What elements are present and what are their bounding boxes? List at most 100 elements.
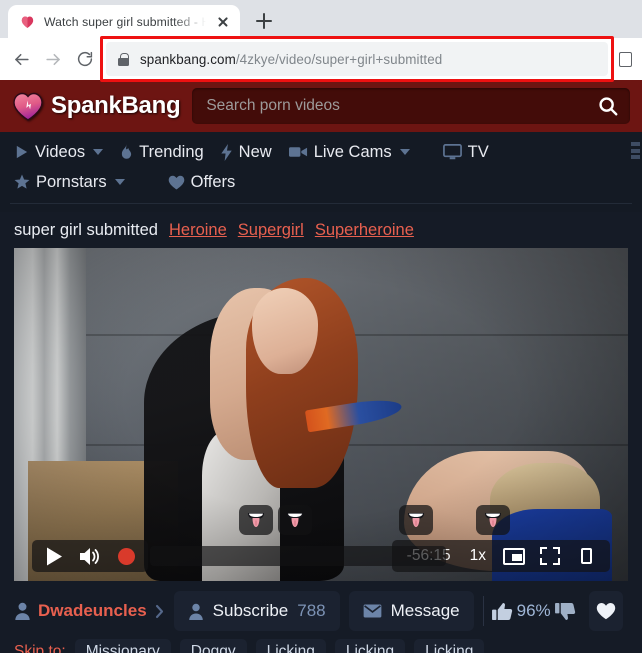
volume-icon[interactable] (72, 540, 108, 572)
video-marker-chip[interactable] (476, 505, 510, 535)
sidebar-item-pornstars[interactable]: Pornstars (10, 173, 138, 192)
uploader-name: Dwadeuncles (38, 601, 147, 620)
chevron-down-icon[interactable] (399, 149, 410, 155)
video-frame (14, 248, 628, 581)
skip-chip-licking-1[interactable]: Licking (255, 639, 326, 653)
sidebar-item-live-cams[interactable]: Live Cams (285, 143, 423, 162)
thumbs-up-icon[interactable] (491, 602, 513, 621)
lock-icon (118, 52, 129, 66)
chevron-down-icon[interactable] (93, 149, 104, 155)
tab-title: Watch super girl submitted - Her (44, 14, 206, 29)
site-header: SpankBang Search porn videos (0, 80, 642, 132)
nav-label-videos: Videos (35, 142, 86, 161)
address-bar[interactable]: spankbang.com/4zkye/video/super+girl+sub… (106, 42, 608, 76)
skip-chip-licking-3[interactable]: Licking (414, 639, 485, 653)
user-icon (188, 603, 204, 620)
site-nav: Videos Trending New Live Cams TV Pornsta… (0, 132, 642, 212)
nav-label-pornstars: Pornstars (36, 172, 107, 191)
skip-to-label: Skip to: (14, 643, 66, 653)
star-icon (14, 174, 30, 190)
skip-chip-missionary[interactable]: Missionary (74, 639, 171, 653)
page-title: super girl submitted (14, 221, 158, 239)
tongue-emoji-icon (284, 511, 306, 529)
video-marker-chips-left (239, 505, 312, 535)
browser-toolbar: spankbang.com/4zkye/video/super+girl+sub… (0, 36, 642, 82)
rating-group: 96% (482, 596, 576, 626)
record-dot-icon[interactable] (108, 540, 144, 572)
chevron-right-icon[interactable] (154, 604, 165, 619)
skip-chip-doggy[interactable]: Doggy (179, 639, 247, 653)
video-title-row: super girl submitted Heroine Supergirl S… (0, 212, 642, 248)
favorite-button[interactable] (588, 591, 623, 631)
uploader-link[interactable]: Dwadeuncles (14, 601, 165, 621)
search-placeholder: Search porn videos (206, 97, 340, 114)
new-tab-button[interactable] (250, 7, 278, 35)
search-icon[interactable] (596, 94, 620, 118)
video-marker-chip[interactable] (399, 505, 433, 535)
subscribe-button[interactable]: Subscribe 788 (173, 591, 340, 631)
tongue-emoji-icon (482, 511, 504, 529)
nav-label-tv: TV (467, 142, 489, 161)
video-action-bar: Dwadeuncles Subscribe 788 Message 96% (0, 581, 642, 631)
url-domain: spankbang.com (140, 51, 236, 67)
heart-icon (596, 602, 616, 620)
video-marker-chip[interactable] (239, 505, 273, 535)
browser-chrome: Watch super girl submitted - Her spankba… (0, 0, 642, 82)
tag-heroine[interactable]: Heroine (169, 221, 227, 240)
close-icon[interactable] (214, 13, 232, 31)
tag-superheroine[interactable]: Superheroine (315, 221, 414, 240)
reload-icon[interactable] (70, 44, 100, 74)
nav-divider (10, 203, 632, 204)
nav-row-primary: Videos Trending New Live Cams TV (10, 137, 640, 167)
fullscreen-icon[interactable] (532, 540, 568, 572)
play-icon[interactable] (36, 540, 72, 572)
sidebar-item-trending[interactable]: Trending (116, 143, 217, 162)
playback-speed-button[interactable]: 1x (460, 547, 496, 565)
message-label: Message (390, 601, 460, 620)
sidebar-item-videos[interactable]: Videos (10, 143, 116, 162)
video-marker-chips-right (399, 505, 510, 535)
subscribe-label: Subscribe (212, 601, 289, 620)
sidebar-item-offers[interactable]: Offers (164, 173, 249, 192)
tongue-emoji-icon (405, 511, 427, 529)
video-camera-icon (288, 145, 308, 159)
flame-icon (120, 143, 133, 161)
url-path: /4zkye/video/super+girl+submitted (235, 51, 443, 67)
picture-in-picture-icon[interactable] (496, 540, 532, 572)
play-icon (14, 144, 29, 160)
player-controls: -56:15 1x (28, 540, 614, 572)
rotate-screen-icon[interactable] (568, 540, 604, 572)
browser-tab[interactable]: Watch super girl submitted - Her (8, 5, 240, 38)
video-player[interactable]: -56:15 1x (14, 248, 628, 581)
tongue-emoji-icon (245, 511, 267, 529)
nav-label-new: New (238, 142, 272, 161)
sidebar-item-new[interactable]: New (217, 143, 285, 162)
like-percent: 96% (516, 601, 551, 620)
lightning-icon (221, 143, 233, 161)
forward-arrow-icon (38, 44, 68, 74)
thumbs-down-icon[interactable] (554, 602, 576, 621)
search-input[interactable]: Search porn videos (192, 88, 630, 124)
back-arrow-icon[interactable] (6, 44, 36, 74)
tag-supergirl[interactable]: Supergirl (238, 221, 304, 240)
nav-label-live-cams: Live Cams (313, 142, 392, 161)
sidebar-item-tv[interactable]: TV (439, 143, 502, 162)
skip-to-row: Skip to: Missionary Doggy Licking Lickin… (0, 631, 642, 653)
subscribe-count: 788 (297, 601, 326, 620)
url-text: spankbang.com/4zkye/video/super+girl+sub… (140, 52, 442, 67)
address-bar-container: spankbang.com/4zkye/video/super+girl+sub… (100, 36, 614, 82)
heart-logo-icon (12, 91, 44, 121)
bookmark-icon[interactable] (614, 51, 636, 67)
video-marker-chip[interactable] (278, 505, 312, 535)
tab-strip: Watch super girl submitted - Her (0, 0, 642, 38)
nav-label-trending: Trending (139, 142, 204, 161)
message-button[interactable]: Message (348, 591, 474, 631)
site-logo[interactable]: SpankBang (12, 91, 181, 121)
skip-chip-licking-2[interactable]: Licking (334, 639, 406, 653)
progress-bar[interactable] (150, 546, 446, 566)
user-icon (14, 602, 31, 620)
nav-label-offers: Offers (190, 172, 236, 191)
chevron-down-icon[interactable] (114, 179, 125, 185)
logo-text: SpankBang (51, 92, 181, 119)
kebab-menu-icon[interactable] (631, 142, 640, 159)
